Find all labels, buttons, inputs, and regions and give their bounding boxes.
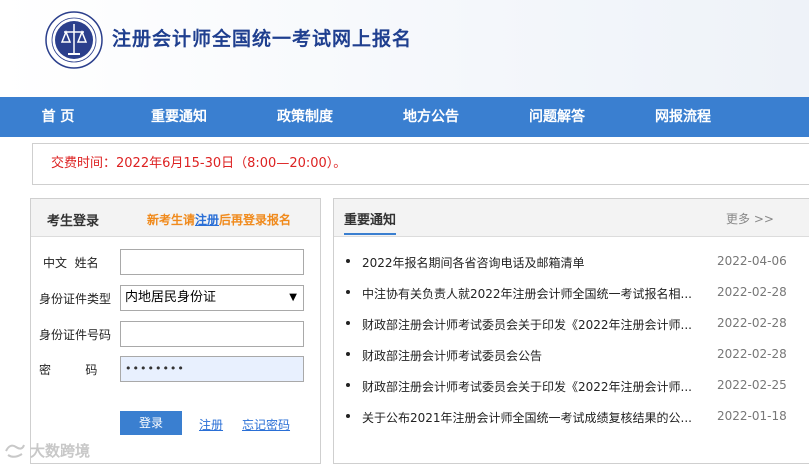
nav-item-registration-process[interactable]: 网报流程	[620, 97, 746, 137]
list-item: 关于公布2021年注册会计师全国统一考试成绩复核结果的公... 2022-01-…	[334, 409, 809, 440]
id-type-selected: 内地居民身份证	[125, 290, 217, 305]
list-item: 财政部注册会计师考试委员会关于印发《2022年注册会计师... 2022-02-…	[334, 378, 809, 409]
notice-link[interactable]: 关于公布2021年注册会计师全国统一考试成绩复核结果的公...	[362, 409, 692, 426]
notice-date: 2022-02-28	[717, 347, 787, 361]
notice-link[interactable]: 中注协有关负责人就2022年注册会计师全国统一考试报名相...	[362, 285, 692, 302]
notice-link[interactable]: 2022年报名期间各省咨询电话及邮箱清单	[362, 254, 692, 271]
register-tip-link[interactable]: 注册	[195, 213, 219, 227]
bullet-icon	[346, 414, 350, 418]
id-number-label: 身份证件号码	[39, 328, 112, 342]
id-number-input[interactable]	[120, 321, 304, 347]
notice-date: 2022-02-25	[717, 378, 787, 392]
login-panel: 考生登录 新考生请注册后再登录报名 中文 姓名 身份证件类型 内地居民身份证 ▼…	[30, 198, 321, 464]
notice-date: 2022-04-06	[717, 254, 787, 268]
list-item: 中注协有关负责人就2022年注册会计师全国统一考试报名相... 2022-02-…	[334, 285, 809, 316]
cicpa-logo-icon	[45, 11, 103, 69]
login-button[interactable]: 登录	[120, 411, 182, 435]
login-panel-header: 考生登录 新考生请注册后再登录报名	[31, 199, 320, 237]
notice-date: 2022-02-28	[717, 285, 787, 299]
name-row: 中文 姓名	[31, 249, 320, 275]
register-tip-prefix: 新考生请	[147, 213, 196, 227]
nav-item-faq[interactable]: 问题解答	[494, 97, 620, 137]
bullet-icon	[346, 290, 350, 294]
site-header: 注册会计师全国统一考试网上报名	[0, 0, 809, 97]
bullet-icon	[346, 321, 350, 325]
notices-list: 2022年报名期间各省咨询电话及邮箱清单 2022-04-06 中注协有关负责人…	[334, 254, 809, 440]
list-item: 财政部注册会计师考试委员会关于印发《2022年注册会计师... 2022-02-…	[334, 316, 809, 347]
watermark-logo-icon	[5, 444, 25, 458]
register-link[interactable]: 注册	[199, 416, 223, 433]
notice-date: 2022-02-28	[717, 316, 787, 330]
more-link[interactable]: 更多 >>	[726, 210, 774, 227]
register-tip: 新考生请注册后再登录报名	[147, 211, 291, 228]
bullet-icon	[346, 259, 350, 263]
nav-item-policies[interactable]: 政策制度	[242, 97, 368, 137]
list-item: 2022年报名期间各省咨询电话及邮箱清单 2022-04-06	[334, 254, 809, 285]
password-input[interactable]: ••••••••	[120, 356, 304, 382]
watermark-text: 大数跨境	[30, 442, 91, 460]
id-type-label: 身份证件类型	[39, 292, 112, 306]
id-type-select[interactable]: 内地居民身份证 ▼	[120, 285, 304, 311]
bullet-icon	[346, 383, 350, 387]
dropdown-arrow-icon: ▼	[289, 292, 297, 303]
nav-item-local-announcements[interactable]: 地方公告	[368, 97, 494, 137]
watermark: 大数跨境	[4, 440, 90, 461]
notice-link[interactable]: 财政部注册会计师考试委员会关于印发《2022年注册会计师...	[362, 316, 692, 333]
password-row: 密 码 ••••••••	[31, 356, 320, 382]
main-nav: 首 页 重要通知 政策制度 地方公告 问题解答 网报流程	[0, 97, 809, 137]
id-number-row: 身份证件号码	[31, 321, 320, 347]
name-input[interactable]	[120, 249, 304, 275]
fee-notice: 交费时间：2022年6月15-30日（8:00—20:00）。	[32, 143, 809, 185]
password-label: 密 码	[39, 363, 98, 377]
login-title: 考生登录	[47, 214, 100, 229]
notices-panel-header: 重要通知 更多 >>	[334, 199, 809, 237]
nav-item-notices[interactable]: 重要通知	[116, 97, 242, 137]
forgot-password-link[interactable]: 忘记密码	[242, 416, 290, 433]
list-item: 财政部注册会计师考试委员会公告 2022-02-28	[334, 347, 809, 378]
bullet-icon	[346, 352, 350, 356]
id-type-row: 身份证件类型 内地居民身份证 ▼	[31, 285, 320, 311]
fee-notice-text: 交费时间：2022年6月15-30日（8:00—20:00）。	[51, 156, 347, 171]
site-title: 注册会计师全国统一考试网上报名	[112, 28, 413, 50]
notice-date: 2022-01-18	[717, 409, 787, 423]
name-label: 中文 姓名	[43, 256, 99, 270]
register-tip-suffix: 后再登录报名	[219, 213, 292, 227]
notice-link[interactable]: 财政部注册会计师考试委员会关于印发《2022年注册会计师...	[362, 378, 692, 395]
notices-title: 重要通知	[344, 209, 397, 235]
nav-item-home[interactable]: 首 页	[0, 97, 116, 137]
notice-link[interactable]: 财政部注册会计师考试委员会公告	[362, 347, 692, 364]
notices-panel: 重要通知 更多 >> 2022年报名期间各省咨询电话及邮箱清单 2022-04-…	[333, 198, 809, 464]
